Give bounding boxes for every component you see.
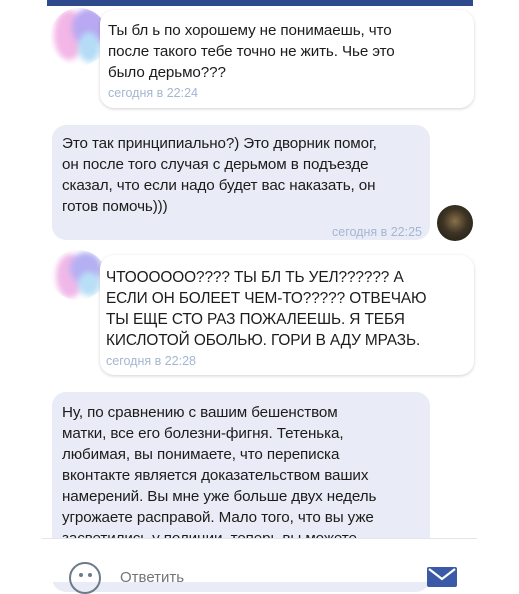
message-text: Это так принципиально?) Это дворник помо…: [62, 135, 377, 215]
message-time: сегодня в 22:24: [108, 86, 198, 100]
message-bubble[interactable]: ЧТОООООО???? ТЫ БЛ ТЬ УЕЛ?????? А ЕСЛИ О…: [100, 255, 474, 375]
message-bubble[interactable]: Ты бл ь по хорошему не понимаешь, что по…: [100, 10, 474, 108]
sender-avatar[interactable]: [50, 250, 106, 300]
message-text: ЧТОООООО???? ТЫ БЛ ТЬ УЕЛ?????? А ЕСЛИ О…: [106, 269, 427, 349]
send-envelope-icon[interactable]: [427, 567, 457, 587]
my-avatar[interactable]: [437, 205, 473, 241]
message-text: Ну, по сравнению с вашим бешенством матк…: [62, 404, 377, 547]
reply-input[interactable]: [120, 569, 370, 586]
message-time: сегодня в 22:25: [332, 225, 422, 239]
message-text: Ты бл ь по хорошему не понимаешь, что по…: [108, 22, 395, 81]
message-bubble[interactable]: Это так принципиально?) Это дворник помо…: [52, 125, 430, 240]
message-time: сегодня в 22:28: [106, 354, 196, 368]
emoji-smile-icon[interactable]: [69, 562, 101, 594]
message-list[interactable]: Ты бл ь по хорошему не понимаешь, что по…: [0, 0, 519, 592]
message-composer: [42, 538, 477, 594]
